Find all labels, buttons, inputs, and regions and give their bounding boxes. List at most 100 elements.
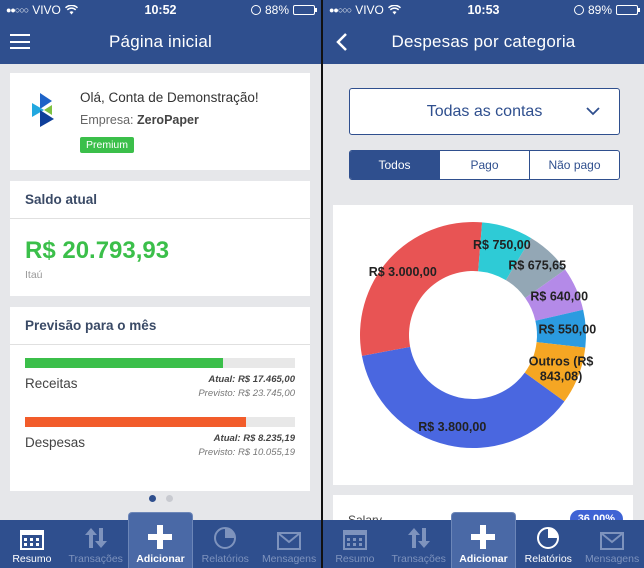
income-progress-bar bbox=[25, 358, 295, 368]
tab-adicionar[interactable]: Adicionar bbox=[127, 512, 194, 568]
expenses-forecast: Previsto: R$ 10.055,19 bbox=[198, 447, 295, 458]
filter-todos[interactable]: Todos bbox=[350, 151, 440, 179]
tab-label: Resumo bbox=[12, 553, 52, 565]
alarm-icon bbox=[573, 5, 584, 15]
income-values: Atual: R$ 17.465,00 Previsto: R$ 23.745,… bbox=[198, 373, 295, 401]
expenses-label: Despesas bbox=[25, 435, 86, 450]
income-actual: Atual: R$ 17.465,00 bbox=[208, 374, 295, 385]
company-line: Empresa: ZeroPaper bbox=[80, 113, 199, 127]
filter-nao-pago[interactable]: Não pago bbox=[530, 151, 619, 179]
menu-icon[interactable] bbox=[10, 34, 30, 49]
status-bar: ●●○○○ VIVO 10:52 88% bbox=[0, 0, 321, 20]
page-indicator[interactable] bbox=[0, 495, 321, 502]
income-label: Receitas bbox=[25, 376, 78, 391]
divider bbox=[10, 344, 310, 345]
wifi-icon bbox=[387, 5, 401, 15]
expenses-by-category-screen: ●●○○○ VIVO 10:53 89% Despesas por catego… bbox=[323, 0, 644, 568]
company-name: ZeroPaper bbox=[136, 113, 199, 127]
plus-icon bbox=[471, 525, 496, 549]
envelope-icon bbox=[277, 532, 302, 550]
home-screen: ●●○○○ VIVO 10:52 88% Página inicial Olá,… bbox=[0, 0, 321, 568]
wifi-icon bbox=[64, 5, 78, 15]
status-bar: ●●○○○ VIVO 10:53 89% bbox=[323, 0, 644, 20]
tab-bar: Resumo Transações Adicionar Relatórios M… bbox=[323, 512, 644, 568]
donut-slice-label-5: R$ 550,00 bbox=[539, 323, 597, 337]
alarm-icon bbox=[250, 5, 261, 15]
tab-label: Relatórios bbox=[524, 553, 572, 565]
battery-percent: 89% bbox=[587, 3, 612, 17]
carrier-label: VIVO bbox=[32, 3, 61, 17]
expenses-progress-bar bbox=[25, 417, 295, 427]
signal-dots-icon: ●●○○○ bbox=[329, 5, 352, 15]
tab-mensagens[interactable]: Mensagens bbox=[580, 520, 644, 568]
tab-resumo[interactable]: Resumo bbox=[323, 520, 387, 568]
battery-icon bbox=[616, 5, 640, 15]
zeropaper-logo-icon bbox=[32, 93, 54, 127]
income-forecast: Previsto: R$ 23.745,00 bbox=[198, 388, 295, 399]
tab-label: Transações bbox=[391, 553, 446, 565]
greeting-text: Olá, Conta de Demonstração! bbox=[80, 90, 259, 105]
income-progress-fill bbox=[25, 358, 224, 368]
signal-dots-icon: ●●○○○ bbox=[6, 5, 29, 15]
tab-adicionar[interactable]: Adicionar bbox=[450, 512, 517, 568]
tab-label: Adicionar bbox=[459, 553, 508, 565]
donut-slice-label-0: R$ 3.800,00 bbox=[418, 420, 486, 434]
expenses-actual: Atual: R$ 8.235,19 bbox=[213, 433, 295, 444]
page-dot-2[interactable] bbox=[165, 495, 173, 502]
donut-slice-label-1: R$ 3.000,00 bbox=[369, 265, 437, 279]
tab-label: Mensagens bbox=[584, 553, 640, 565]
donut-slice-label-2: R$ 750,00 bbox=[473, 238, 531, 252]
back-chevron-icon[interactable] bbox=[333, 32, 353, 52]
tab-label: Relatórios bbox=[201, 553, 249, 565]
navbar: Despesas por categoria bbox=[323, 20, 644, 64]
plus-icon bbox=[148, 525, 173, 549]
tab-label: Resumo bbox=[335, 553, 375, 565]
balance-card[interactable]: Saldo atual R$ 20.793,93 Itaú bbox=[10, 181, 310, 296]
tab-resumo[interactable]: Resumo bbox=[0, 520, 64, 568]
carrier-label: VIVO bbox=[355, 3, 384, 17]
expenses-values: Atual: R$ 8.235,19 Previsto: R$ 10.055,1… bbox=[198, 432, 295, 460]
account-select-value: Todas as contas bbox=[426, 102, 543, 120]
tab-relatorios[interactable]: Relatórios bbox=[516, 520, 580, 568]
premium-badge: Premium bbox=[80, 137, 135, 153]
filter-pago[interactable]: Pago bbox=[440, 151, 530, 179]
tab-relatorios[interactable]: Relatórios bbox=[193, 520, 257, 568]
pie-chart-icon bbox=[214, 527, 237, 549]
calendar-icon bbox=[19, 530, 44, 550]
calendar-icon bbox=[342, 530, 367, 550]
donut-slice-label-3: R$ 675,65 bbox=[508, 259, 566, 273]
battery-percent: 88% bbox=[264, 3, 289, 17]
expenses-donut-chart[interactable]: R$ 3.800,00 R$ 3.000,00 R$ 750,00 R$ 675,65… bbox=[333, 205, 633, 485]
donut-slice-label-4: R$ 640,00 bbox=[530, 289, 588, 303]
tab-transacoes[interactable]: Transações bbox=[387, 520, 451, 568]
arrows-updown-icon bbox=[84, 528, 107, 548]
company-label: Empresa: bbox=[80, 113, 134, 127]
pie-chart-icon bbox=[537, 527, 560, 549]
expenses-donut-card: R$ 3.800,00 R$ 3.000,00 R$ 750,00 R$ 675,65… bbox=[333, 205, 633, 485]
donut-slice-1[interactable] bbox=[360, 222, 483, 356]
balance-title: Saldo atual bbox=[25, 192, 98, 207]
forecast-title: Previsão para o mês bbox=[25, 318, 157, 333]
balance-bank: Itaú bbox=[25, 269, 43, 281]
expenses-progress-fill bbox=[25, 417, 247, 427]
tab-label: Adicionar bbox=[136, 553, 185, 565]
balance-value: R$ 20.793,93 bbox=[25, 237, 170, 264]
company-card[interactable]: Olá, Conta de Demonstração! Empresa: Zer… bbox=[10, 73, 310, 170]
tab-label: Mensagens bbox=[261, 553, 317, 565]
account-select[interactable]: Todas as contas bbox=[349, 88, 620, 135]
tab-label: Transações bbox=[68, 553, 123, 565]
forecast-card[interactable]: Previsão para o mês Receitas Atual: R$ 1… bbox=[10, 307, 310, 491]
envelope-icon bbox=[600, 532, 625, 550]
arrows-updown-icon bbox=[407, 528, 430, 548]
page-dot-1[interactable] bbox=[148, 495, 156, 502]
tab-transacoes[interactable]: Transações bbox=[64, 520, 128, 568]
page-title: Despesas por categoria bbox=[391, 32, 576, 51]
battery-icon bbox=[293, 5, 317, 15]
tab-bar: Resumo Transações Adicionar Relatórios M… bbox=[0, 512, 321, 568]
page-title: Página inicial bbox=[109, 32, 212, 51]
divider bbox=[10, 218, 310, 219]
tab-mensagens[interactable]: Mensagens bbox=[257, 520, 321, 568]
navbar: Página inicial bbox=[0, 20, 321, 64]
payment-filter: Todos Pago Não pago bbox=[349, 150, 620, 180]
chevron-down-icon bbox=[586, 107, 600, 116]
